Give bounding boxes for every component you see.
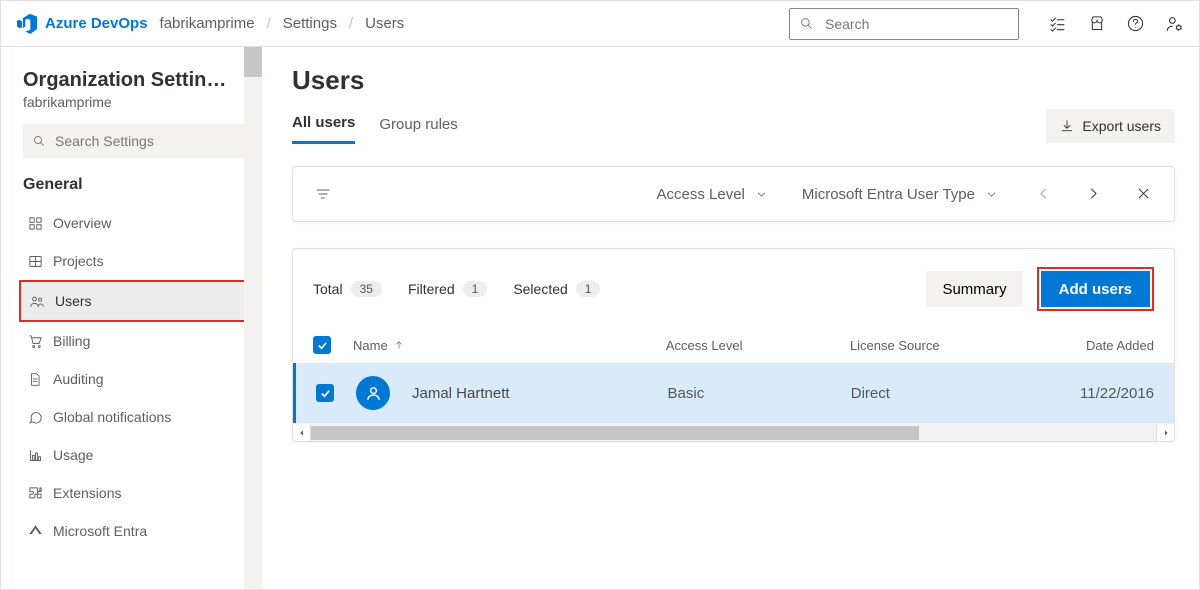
summary-button[interactable]: Summary xyxy=(926,271,1022,307)
sidebar-item-auditing[interactable]: Auditing xyxy=(19,360,252,398)
sidebar-item-entra[interactable]: Microsoft Entra xyxy=(19,512,252,550)
prev-button[interactable] xyxy=(1036,186,1052,202)
help-icon[interactable] xyxy=(1127,15,1144,32)
sidebar-section-general: General xyxy=(23,176,248,194)
search-icon xyxy=(33,134,45,148)
next-button[interactable] xyxy=(1086,186,1102,202)
users-grid: Total35 Filtered1 Selected1 Summary Add … xyxy=(292,248,1175,442)
column-name[interactable]: Name xyxy=(353,338,666,353)
tab-group-rules[interactable]: Group rules xyxy=(379,110,457,143)
sidebar-item-notifications[interactable]: Global notifications xyxy=(19,398,252,436)
chart-icon xyxy=(27,447,43,463)
stat-filtered: Filtered1 xyxy=(408,281,487,297)
sidebar-item-usage[interactable]: Usage xyxy=(19,436,252,474)
sidebar-scrollbar[interactable] xyxy=(244,47,262,589)
azure-devops-icon xyxy=(17,14,37,34)
search-icon xyxy=(800,16,813,31)
stat-selected: Selected1 xyxy=(513,281,600,297)
page-title: Users xyxy=(292,65,1175,96)
column-source[interactable]: License Source xyxy=(850,338,1034,353)
close-filter-button[interactable] xyxy=(1136,186,1152,202)
sidebar-title: Organization Settin… xyxy=(23,69,243,92)
cell-source: Direct xyxy=(851,385,1034,402)
sidebar-search[interactable] xyxy=(23,124,248,158)
project-icon xyxy=(27,253,43,269)
column-access[interactable]: Access Level xyxy=(666,338,850,353)
global-search[interactable] xyxy=(789,8,1019,40)
filter-access-level[interactable]: Access Level xyxy=(657,186,768,203)
users-icon xyxy=(29,293,45,309)
filter-icon[interactable] xyxy=(315,186,331,202)
sidebar-subtitle: fabrikamprime xyxy=(23,94,248,110)
topbar: Azure DevOps fabrikamprime / Settings / … xyxy=(1,1,1199,47)
breadcrumb-settings[interactable]: Settings xyxy=(283,15,337,32)
person-icon xyxy=(365,385,382,402)
cell-date: 11/22/2016 xyxy=(1034,385,1154,402)
sidebar: Organization Settin… fabrikamprime Gener… xyxy=(11,47,262,589)
sidebar-item-users[interactable]: Users xyxy=(21,282,246,320)
download-icon xyxy=(1060,119,1074,133)
main-content: Users All users Group rules Export users… xyxy=(262,47,1199,589)
sidebar-item-billing[interactable]: Billing xyxy=(19,322,252,360)
tabs: All users Group rules Export users xyxy=(292,108,1175,144)
puzzle-icon xyxy=(27,485,43,501)
stat-total: Total35 xyxy=(313,281,382,297)
grid-header: Name Access Level License Source Date Ad… xyxy=(293,327,1174,363)
marketplace-icon[interactable] xyxy=(1088,15,1105,32)
sidebar-item-extensions[interactable]: Extensions xyxy=(19,474,252,512)
cart-icon xyxy=(27,333,43,349)
column-date[interactable]: Date Added xyxy=(1034,338,1154,353)
document-icon xyxy=(27,371,43,387)
sort-asc-icon xyxy=(394,340,404,350)
chevron-down-icon xyxy=(985,188,998,201)
product-name: Azure DevOps xyxy=(45,15,148,32)
sidebar-item-projects[interactable]: Projects xyxy=(19,242,252,280)
grid-icon xyxy=(27,215,43,231)
user-name: Jamal Hartnett xyxy=(412,385,510,402)
breadcrumb-users[interactable]: Users xyxy=(365,15,404,32)
sidebar-search-input[interactable] xyxy=(53,132,238,150)
select-all-checkbox[interactable] xyxy=(313,336,331,354)
scroll-right-icon[interactable] xyxy=(1156,424,1174,441)
user-settings-icon[interactable] xyxy=(1166,15,1183,32)
tab-all-users[interactable]: All users xyxy=(292,108,355,144)
add-users-button[interactable]: Add users xyxy=(1041,271,1150,307)
product-logo[interactable]: Azure DevOps xyxy=(17,14,148,34)
breadcrumb-org[interactable]: fabrikamprime xyxy=(160,15,255,32)
entra-icon xyxy=(27,523,43,539)
filter-entra-type[interactable]: Microsoft Entra User Type xyxy=(802,186,998,203)
avatar xyxy=(356,376,390,410)
export-users-button[interactable]: Export users xyxy=(1046,109,1175,143)
scroll-left-icon[interactable] xyxy=(293,424,311,441)
breadcrumb: fabrikamprime / Settings / Users xyxy=(160,15,405,32)
global-search-input[interactable] xyxy=(823,15,1008,33)
chat-icon xyxy=(27,409,43,425)
add-users-highlight: Add users xyxy=(1037,267,1154,311)
table-row[interactable]: Jamal Hartnett Basic Direct 11/22/2016 xyxy=(293,363,1174,423)
cell-access: Basic xyxy=(668,385,851,402)
chevron-down-icon xyxy=(755,188,768,201)
grid-horizontal-scrollbar[interactable] xyxy=(293,423,1174,441)
row-checkbox[interactable] xyxy=(316,384,334,402)
sidebar-item-overview[interactable]: Overview xyxy=(19,204,252,242)
sidebar-item-users-highlight: Users xyxy=(19,280,250,322)
filter-bar: Access Level Microsoft Entra User Type xyxy=(292,166,1175,222)
checklist-icon[interactable] xyxy=(1049,15,1066,32)
topbar-actions xyxy=(1031,15,1183,32)
check-icon xyxy=(320,388,331,399)
check-icon xyxy=(317,340,328,351)
